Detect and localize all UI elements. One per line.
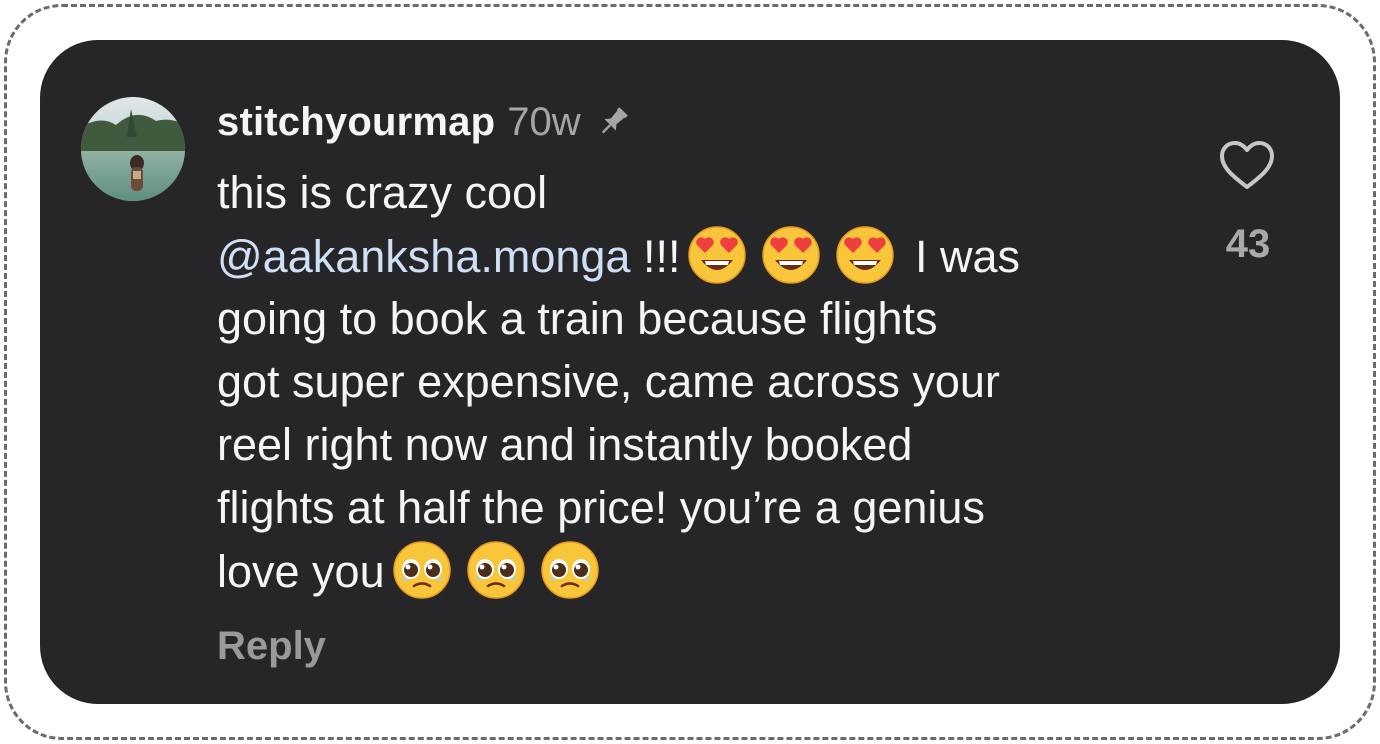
like-button[interactable] <box>1218 140 1276 192</box>
comment-line: love you <box>217 539 1197 602</box>
comment-line: reel right now and instantly booked <box>217 413 1197 476</box>
comment-text-segment: this is crazy cool <box>217 167 548 218</box>
comment-text-segment: !!! <box>630 231 681 282</box>
username[interactable]: stitchyourmap <box>217 100 495 145</box>
pin-icon <box>593 102 633 142</box>
comment-text-segment: reel right now and instantly booked <box>217 419 913 470</box>
comment-line: this is crazy cool <box>217 161 1197 224</box>
pleading-face-emoji <box>465 539 527 601</box>
avatar[interactable] <box>81 97 185 201</box>
pleading-face-emoji <box>391 539 453 601</box>
comment-card: stitchyourmap 70w this is crazy cool @aa… <box>40 40 1340 704</box>
heart-icon <box>1218 141 1276 196</box>
heart-eyes-emoji <box>686 224 748 286</box>
reply-button[interactable]: Reply <box>217 624 326 669</box>
comment-text-segment: going to book a train because flights <box>217 293 938 344</box>
pleading-face-emoji <box>539 539 601 601</box>
comment-line: going to book a train because flights <box>217 287 1197 350</box>
comment-text-segment: love you <box>217 546 385 597</box>
comment-line: got super expensive, came across your <box>217 350 1197 413</box>
comment-text-segment: I was <box>914 231 1020 282</box>
comment-text-segment: flights at half the price! you’re a geni… <box>217 482 985 533</box>
heart-eyes-emoji <box>760 224 822 286</box>
comment-header: stitchyourmap 70w <box>217 94 633 150</box>
comment-line: flights at half the price! you’re a geni… <box>217 476 1197 539</box>
like-count: 43 <box>1225 222 1271 266</box>
comment-line: @aakanksha.monga !!! I was <box>217 224 1197 287</box>
heart-eyes-emoji <box>834 224 896 286</box>
timestamp: 70w <box>507 99 581 144</box>
comment-text-segment: got super expensive, came across your <box>217 356 1000 407</box>
mention-link[interactable]: @aakanksha.monga <box>217 231 630 282</box>
comment-text: this is crazy cool @aakanksha.monga !!! … <box>217 161 1197 602</box>
